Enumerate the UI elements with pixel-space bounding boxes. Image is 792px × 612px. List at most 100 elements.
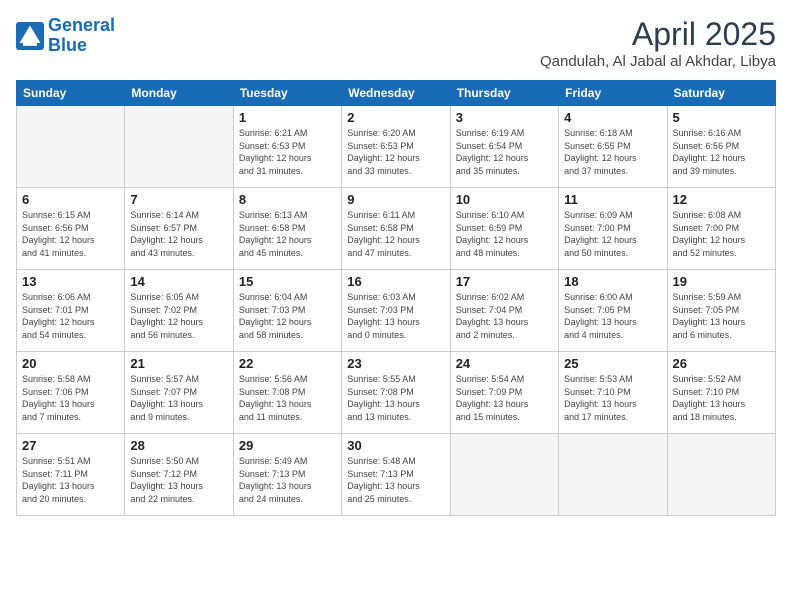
day-info: Sunrise: 5:54 AM Sunset: 7:09 PM Dayligh… bbox=[456, 373, 553, 423]
calendar-day-cell: 30 Sunrise: 5:48 AM Sunset: 7:13 PM Dayli… bbox=[342, 434, 450, 516]
day-info: Sunrise: 5:50 AM Sunset: 7:12 PM Dayligh… bbox=[130, 455, 227, 505]
day-info: Sunrise: 5:53 AM Sunset: 7:10 PM Dayligh… bbox=[564, 373, 661, 423]
calendar-day-cell: 28 Sunrise: 5:50 AM Sunset: 7:12 PM Dayli… bbox=[125, 434, 233, 516]
day-info: Sunrise: 5:57 AM Sunset: 7:07 PM Dayligh… bbox=[130, 373, 227, 423]
day-info: Sunrise: 6:08 AM Sunset: 7:00 PM Dayligh… bbox=[673, 209, 770, 259]
day-info: Sunrise: 6:14 AM Sunset: 6:57 PM Dayligh… bbox=[130, 209, 227, 259]
header: General Blue April 2025 Qandulah, Al Jab… bbox=[16, 16, 776, 70]
calendar-day-cell: 14 Sunrise: 6:05 AM Sunset: 7:02 PM Dayli… bbox=[125, 270, 233, 352]
calendar-day-header: Friday bbox=[559, 81, 667, 106]
day-info: Sunrise: 6:04 AM Sunset: 7:03 PM Dayligh… bbox=[239, 291, 336, 341]
day-number: 19 bbox=[673, 274, 770, 289]
day-number: 29 bbox=[239, 438, 336, 453]
day-info: Sunrise: 6:11 AM Sunset: 6:58 PM Dayligh… bbox=[347, 209, 444, 259]
day-info: Sunrise: 6:10 AM Sunset: 6:59 PM Dayligh… bbox=[456, 209, 553, 259]
day-info: Sunrise: 6:05 AM Sunset: 7:02 PM Dayligh… bbox=[130, 291, 227, 341]
calendar-day-cell: 7 Sunrise: 6:14 AM Sunset: 6:57 PM Daylig… bbox=[125, 188, 233, 270]
day-info: Sunrise: 6:21 AM Sunset: 6:53 PM Dayligh… bbox=[239, 127, 336, 177]
calendar-day-cell: 18 Sunrise: 6:00 AM Sunset: 7:05 PM Dayli… bbox=[559, 270, 667, 352]
calendar-day-header: Sunday bbox=[17, 81, 125, 106]
calendar-day-cell: 20 Sunrise: 5:58 AM Sunset: 7:06 PM Dayli… bbox=[17, 352, 125, 434]
calendar-day-cell: 19 Sunrise: 5:59 AM Sunset: 7:05 PM Dayli… bbox=[667, 270, 775, 352]
calendar-day-cell bbox=[125, 106, 233, 188]
day-number: 28 bbox=[130, 438, 227, 453]
day-number: 20 bbox=[22, 356, 119, 371]
day-number: 15 bbox=[239, 274, 336, 289]
day-number: 25 bbox=[564, 356, 661, 371]
calendar-day-cell: 17Sunrise: 6:02 AM Sunset: 7:04 PM Dayli… bbox=[450, 270, 558, 352]
day-number: 21 bbox=[130, 356, 227, 371]
calendar-day-cell: 15 Sunrise: 6:04 AM Sunset: 7:03 PM Dayli… bbox=[233, 270, 341, 352]
day-number: 14 bbox=[130, 274, 227, 289]
location-title: Qandulah, Al Jabal al Akhdar, Libya bbox=[540, 53, 776, 70]
calendar-day-cell: 5 Sunrise: 6:16 AM Sunset: 6:56 PM Daylig… bbox=[667, 106, 775, 188]
day-number: 2 bbox=[347, 110, 444, 125]
day-number: 10 bbox=[456, 192, 553, 207]
calendar-day-cell: 21 Sunrise: 5:57 AM Sunset: 7:07 PM Dayli… bbox=[125, 352, 233, 434]
day-info: Sunrise: 6:20 AM Sunset: 6:53 PM Dayligh… bbox=[347, 127, 444, 177]
title-area: April 2025 Qandulah, Al Jabal al Akhdar,… bbox=[540, 16, 776, 70]
calendar-day-header: Monday bbox=[125, 81, 233, 106]
calendar-day-cell bbox=[450, 434, 558, 516]
day-number: 26 bbox=[673, 356, 770, 371]
day-info: Sunrise: 6:18 AM Sunset: 6:55 PM Dayligh… bbox=[564, 127, 661, 177]
calendar-day-header: Wednesday bbox=[342, 81, 450, 106]
calendar-day-header: Saturday bbox=[667, 81, 775, 106]
calendar-day-cell: 11 Sunrise: 6:09 AM Sunset: 7:00 PM Dayli… bbox=[559, 188, 667, 270]
calendar-day-cell: 4 Sunrise: 6:18 AM Sunset: 6:55 PM Daylig… bbox=[559, 106, 667, 188]
calendar-day-cell: 16Sunrise: 6:03 AM Sunset: 7:03 PM Dayli… bbox=[342, 270, 450, 352]
day-number: 11 bbox=[564, 192, 661, 207]
calendar-header-row: SundayMondayTuesdayWednesdayThursdayFrid… bbox=[17, 81, 776, 106]
day-number: 17 bbox=[456, 274, 553, 289]
calendar-week-row: 1 Sunrise: 6:21 AM Sunset: 6:53 PM Daylig… bbox=[17, 106, 776, 188]
day-info: Sunrise: 5:59 AM Sunset: 7:05 PM Dayligh… bbox=[673, 291, 770, 341]
day-info: Sunrise: 6:13 AM Sunset: 6:58 PM Dayligh… bbox=[239, 209, 336, 259]
day-number: 23 bbox=[347, 356, 444, 371]
calendar-day-cell: 26 Sunrise: 5:52 AM Sunset: 7:10 PM Dayli… bbox=[667, 352, 775, 434]
day-number: 18 bbox=[564, 274, 661, 289]
logo-icon bbox=[16, 22, 44, 50]
calendar-day-cell: 24 Sunrise: 5:54 AM Sunset: 7:09 PM Dayli… bbox=[450, 352, 558, 434]
day-number: 7 bbox=[130, 192, 227, 207]
day-number: 4 bbox=[564, 110, 661, 125]
calendar-day-cell: 22Sunrise: 5:56 AM Sunset: 7:08 PM Dayli… bbox=[233, 352, 341, 434]
day-info: Sunrise: 5:52 AM Sunset: 7:10 PM Dayligh… bbox=[673, 373, 770, 423]
day-number: 5 bbox=[673, 110, 770, 125]
calendar-day-cell: 23Sunrise: 5:55 AM Sunset: 7:08 PM Dayli… bbox=[342, 352, 450, 434]
logo-text: General Blue bbox=[48, 16, 115, 56]
calendar-day-cell: 10 Sunrise: 6:10 AM Sunset: 6:59 PM Dayli… bbox=[450, 188, 558, 270]
day-info: Sunrise: 5:48 AM Sunset: 7:13 PM Dayligh… bbox=[347, 455, 444, 505]
calendar-week-row: 6 Sunrise: 6:15 AM Sunset: 6:56 PM Daylig… bbox=[17, 188, 776, 270]
page: General Blue April 2025 Qandulah, Al Jab… bbox=[0, 0, 792, 612]
day-number: 16 bbox=[347, 274, 444, 289]
calendar-day-cell: 9 Sunrise: 6:11 AM Sunset: 6:58 PM Daylig… bbox=[342, 188, 450, 270]
day-number: 9 bbox=[347, 192, 444, 207]
calendar-day-header: Thursday bbox=[450, 81, 558, 106]
calendar-day-cell: 25 Sunrise: 5:53 AM Sunset: 7:10 PM Dayli… bbox=[559, 352, 667, 434]
month-title: April 2025 bbox=[540, 16, 776, 53]
day-number: 30 bbox=[347, 438, 444, 453]
calendar-day-cell: 2 Sunrise: 6:20 AM Sunset: 6:53 PM Daylig… bbox=[342, 106, 450, 188]
day-info: Sunrise: 5:56 AM Sunset: 7:08 PM Dayligh… bbox=[239, 373, 336, 423]
day-info: Sunrise: 6:09 AM Sunset: 7:00 PM Dayligh… bbox=[564, 209, 661, 259]
day-number: 8 bbox=[239, 192, 336, 207]
day-number: 3 bbox=[456, 110, 553, 125]
day-number: 13 bbox=[22, 274, 119, 289]
day-number: 6 bbox=[22, 192, 119, 207]
day-info: Sunrise: 5:49 AM Sunset: 7:13 PM Dayligh… bbox=[239, 455, 336, 505]
day-info: Sunrise: 5:58 AM Sunset: 7:06 PM Dayligh… bbox=[22, 373, 119, 423]
day-number: 12 bbox=[673, 192, 770, 207]
calendar-day-cell: 1 Sunrise: 6:21 AM Sunset: 6:53 PM Daylig… bbox=[233, 106, 341, 188]
day-info: Sunrise: 6:16 AM Sunset: 6:56 PM Dayligh… bbox=[673, 127, 770, 177]
logo-line1: General bbox=[48, 15, 115, 35]
day-info: Sunrise: 6:19 AM Sunset: 6:54 PM Dayligh… bbox=[456, 127, 553, 177]
calendar-week-row: 27Sunrise: 5:51 AM Sunset: 7:11 PM Dayli… bbox=[17, 434, 776, 516]
calendar-day-cell: 27Sunrise: 5:51 AM Sunset: 7:11 PM Dayli… bbox=[17, 434, 125, 516]
day-number: 1 bbox=[239, 110, 336, 125]
calendar-day-cell bbox=[559, 434, 667, 516]
calendar-day-cell: 29 Sunrise: 5:49 AM Sunset: 7:13 PM Dayli… bbox=[233, 434, 341, 516]
day-info: Sunrise: 6:15 AM Sunset: 6:56 PM Dayligh… bbox=[22, 209, 119, 259]
day-number: 24 bbox=[456, 356, 553, 371]
logo: General Blue bbox=[16, 16, 115, 56]
day-info: Sunrise: 6:00 AM Sunset: 7:05 PM Dayligh… bbox=[564, 291, 661, 341]
